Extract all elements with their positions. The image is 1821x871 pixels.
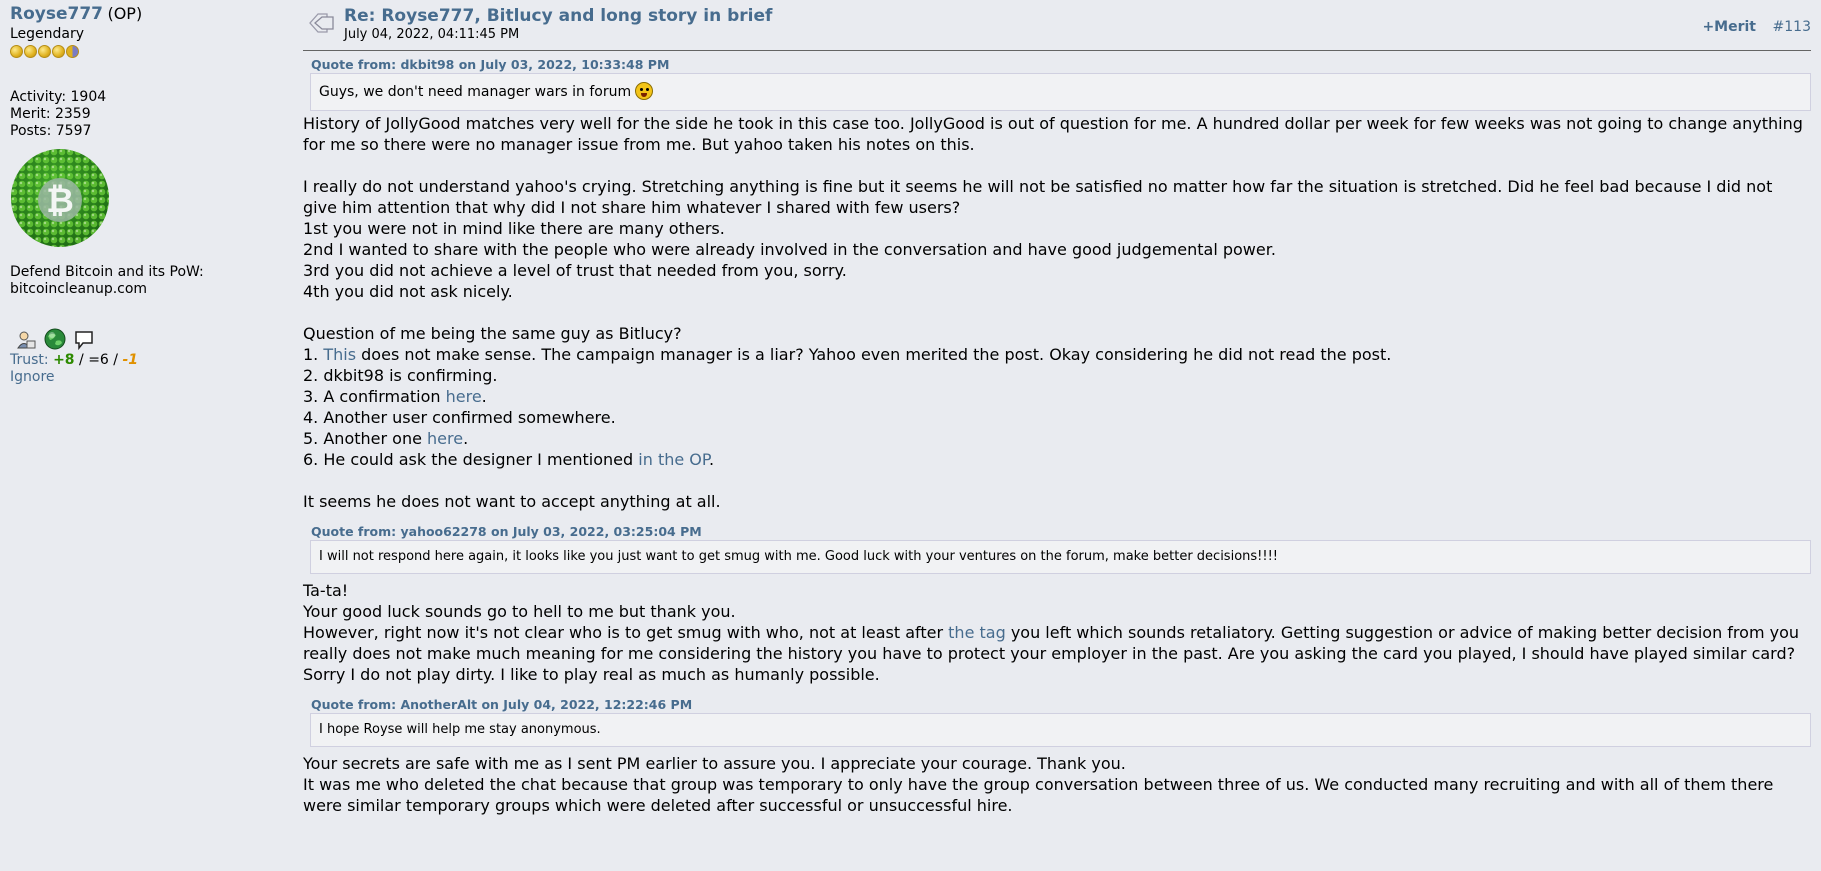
shocked-smiley-icon [635, 82, 654, 100]
poster-name-line: Royse777 (OP) [10, 5, 280, 24]
post-paragraph: However, right now it's not clear who is… [303, 622, 1811, 685]
rank-coin-icon [10, 45, 23, 58]
list-item: 1. This does not make sense. The campaig… [303, 344, 1811, 365]
ignore-link[interactable]: Ignore [10, 369, 55, 385]
list-item: 2. dkbit98 is confirming. [303, 366, 498, 385]
list-text: . [481, 387, 487, 406]
post-paragraph: It was me who deleted the chat because t… [303, 775, 1774, 815]
post-date: July 04, 2022, 04:11:45 PM [344, 27, 520, 42]
poster-action-icons [10, 328, 280, 350]
avatar: ₿ [10, 148, 110, 248]
list-text: 1. [303, 345, 324, 364]
list-item: 4. Another user confirmed somewhere. [303, 408, 616, 427]
website-globe-icon[interactable] [44, 328, 66, 350]
post-paragraph: History of JollyGood matches very well f… [303, 114, 1803, 154]
post-line: It seems he does not want to accept anyt… [303, 492, 721, 511]
rank-coins [10, 45, 280, 59]
trust-negative: -1 [122, 352, 139, 368]
merit-button[interactable]: +Merit [1702, 19, 1756, 35]
list-text: . [709, 450, 715, 469]
post-line: Ta-ta! [303, 581, 349, 600]
post-number-link[interactable]: #113 [1773, 19, 1811, 35]
list-text: 6. He could ask the designer I mentioned [303, 450, 639, 469]
activity-stat: Activity: 1904 [10, 89, 107, 105]
forum-post-page: Royse777 (OP) Legendary Activity: 1904 M… [0, 0, 1821, 871]
rank-coin-icon [38, 45, 51, 58]
post: Re: Royse777, Bitlucy and long story in … [303, 3, 1811, 816]
quote-text: I hope Royse will help me stay anonymous… [319, 722, 601, 737]
post-line: 3rd you did not achieve a level of trust… [303, 261, 847, 280]
quote-text: Guys, we don't need manager wars in foru… [319, 84, 632, 100]
post-body: Quote from: dkbit98 on July 03, 2022, 10… [303, 51, 1811, 816]
signature-line: Defend Bitcoin and its PoW: [10, 264, 204, 280]
trust-separator: / [108, 352, 123, 368]
merit-stat: Merit: 2359 [10, 106, 91, 122]
rank-coin-icon [52, 45, 65, 58]
trust-neutral: =6 [88, 352, 109, 368]
post-line: 2nd I wanted to share with the people wh… [303, 240, 1276, 259]
message-icon[interactable] [74, 330, 94, 350]
list-text: 3. A confirmation [303, 387, 446, 406]
in-the-op-link[interactable]: in the OP [638, 450, 709, 469]
message-topic-icon [309, 13, 334, 33]
trust-label[interactable]: Trust: [10, 352, 49, 368]
post-line: Question of me being the same guy as Bit… [303, 324, 682, 343]
posts-stat: Posts: 7597 [10, 123, 92, 139]
list-item: 6. He could ask the designer I mentioned… [303, 449, 1811, 470]
post-line: Your secrets are safe with me as I sent … [303, 754, 1126, 773]
signature: Defend Bitcoin and its PoW: bitcoinclean… [10, 264, 280, 298]
quote-block: Guys, we don't need manager wars in foru… [310, 73, 1811, 111]
signature-link[interactable]: bitcoincleanup.com [10, 281, 280, 298]
this-link[interactable]: This [323, 345, 356, 364]
bitcoin-avatar-icon: ₿ [11, 149, 109, 247]
list-text: . [463, 429, 469, 448]
post-subject-link[interactable]: Re: Royse777, Bitlucy and long story in … [344, 6, 772, 26]
quote-block: I will not respond here again, it looks … [310, 540, 1811, 574]
post-line: 1st you were not in mind like there are … [303, 219, 725, 238]
post-header: Re: Royse777, Bitlucy and long story in … [303, 3, 1811, 51]
rank-coin-icon [24, 45, 37, 58]
post-paragraph: I really do not understand yahoo's cryin… [303, 177, 1773, 217]
quote-header-link[interactable]: Quote from: AnotherAlt on July 04, 2022,… [311, 697, 1811, 713]
list-text: does not make sense. The campaign manage… [356, 345, 1392, 364]
op-tag: (OP) [107, 4, 143, 23]
poster-stats: Activity: 1904 Merit: 2359 Posts: 7597 [10, 89, 280, 140]
trust-separator: / [74, 352, 89, 368]
profile-icon[interactable] [16, 330, 36, 350]
quote-text: I will not respond here again, it looks … [319, 549, 1279, 564]
post-line: Your good luck sounds go to hell to me b… [303, 602, 736, 621]
poster-info: Royse777 (OP) Legendary Activity: 1904 M… [10, 5, 280, 386]
poster-username-link[interactable]: Royse777 [10, 4, 103, 24]
list-text: 5. Another one [303, 429, 428, 448]
post-text: However, right now it's not clear who is… [303, 623, 949, 642]
the-tag-link[interactable]: the tag [948, 623, 1006, 642]
quote-header-link[interactable]: Quote from: dkbit98 on July 03, 2022, 10… [311, 57, 1811, 73]
post-line: 4th you did not ask nicely. [303, 282, 513, 301]
quote-header-link[interactable]: Quote from: yahoo62278 on July 03, 2022,… [311, 524, 1811, 540]
list-item: 5. Another one here. [303, 428, 1811, 449]
list-item: 3. A confirmation here. [303, 386, 1811, 407]
here-link[interactable]: here [446, 387, 482, 406]
trust-score: Trust: +8 / =6 / -1 [10, 352, 280, 369]
rank-coin-half-icon [66, 45, 79, 58]
poster-rank: Legendary [10, 26, 85, 42]
svg-text:₿: ₿ [46, 181, 74, 221]
quote-block: I hope Royse will help me stay anonymous… [310, 713, 1811, 747]
here-link[interactable]: here [427, 429, 463, 448]
trust-positive: +8 [53, 352, 75, 368]
